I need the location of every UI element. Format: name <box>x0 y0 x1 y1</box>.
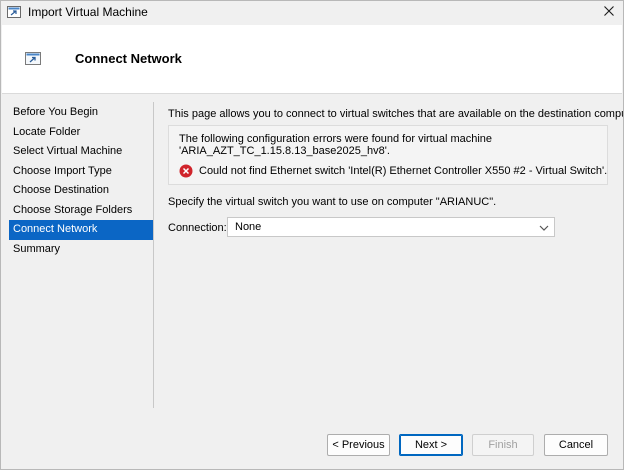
connection-label: Connection: <box>168 222 227 234</box>
nav-item-before-you-begin[interactable]: Before You Begin <box>9 103 153 123</box>
next-button[interactable]: Next > <box>399 434 463 456</box>
intro-text: This page allows you to connect to virtu… <box>168 108 624 120</box>
window-title: Import Virtual Machine <box>28 5 148 19</box>
error-vm-name: 'ARIA_AZT_TC_1.15.8.13_base2025_hv8'. <box>179 145 390 157</box>
error-icon <box>179 164 193 178</box>
nav-item-select-virtual-machine[interactable]: Select Virtual Machine <box>9 142 153 162</box>
previous-button[interactable]: < Previous <box>327 434 390 456</box>
vm-import-icon <box>25 52 41 66</box>
connection-value: None <box>235 221 262 233</box>
wizard-header: Connect Network <box>2 25 622 94</box>
vm-import-icon <box>7 5 21 19</box>
nav-divider <box>153 102 154 408</box>
error-heading: The following configuration errors were … <box>179 133 493 145</box>
connection-dropdown[interactable]: None <box>227 217 555 237</box>
page-title: Connect Network <box>75 51 182 66</box>
error-message: Could not find Ethernet switch 'Intel(R)… <box>199 165 608 177</box>
nav-item-locate-folder[interactable]: Locate Folder <box>9 123 153 143</box>
nav-item-connect-network[interactable]: Connect Network <box>9 220 153 240</box>
nav-item-summary[interactable]: Summary <box>9 240 153 260</box>
cancel-button[interactable]: Cancel <box>544 434 608 456</box>
close-button[interactable] <box>594 0 624 24</box>
title-bar: Import Virtual Machine <box>0 0 624 24</box>
specify-text: Specify the virtual switch you want to u… <box>168 196 497 208</box>
chevron-down-icon <box>539 223 549 231</box>
nav-item-choose-destination[interactable]: Choose Destination <box>9 181 153 201</box>
close-icon <box>604 5 614 19</box>
error-box: The following configuration errors were … <box>168 125 608 185</box>
nav-item-choose-import-type[interactable]: Choose Import Type <box>9 162 153 182</box>
finish-button: Finish <box>472 434 534 456</box>
nav-item-choose-storage-folders[interactable]: Choose Storage Folders <box>9 201 153 221</box>
wizard-nav: Before You Begin Locate Folder Select Vi… <box>9 103 153 259</box>
